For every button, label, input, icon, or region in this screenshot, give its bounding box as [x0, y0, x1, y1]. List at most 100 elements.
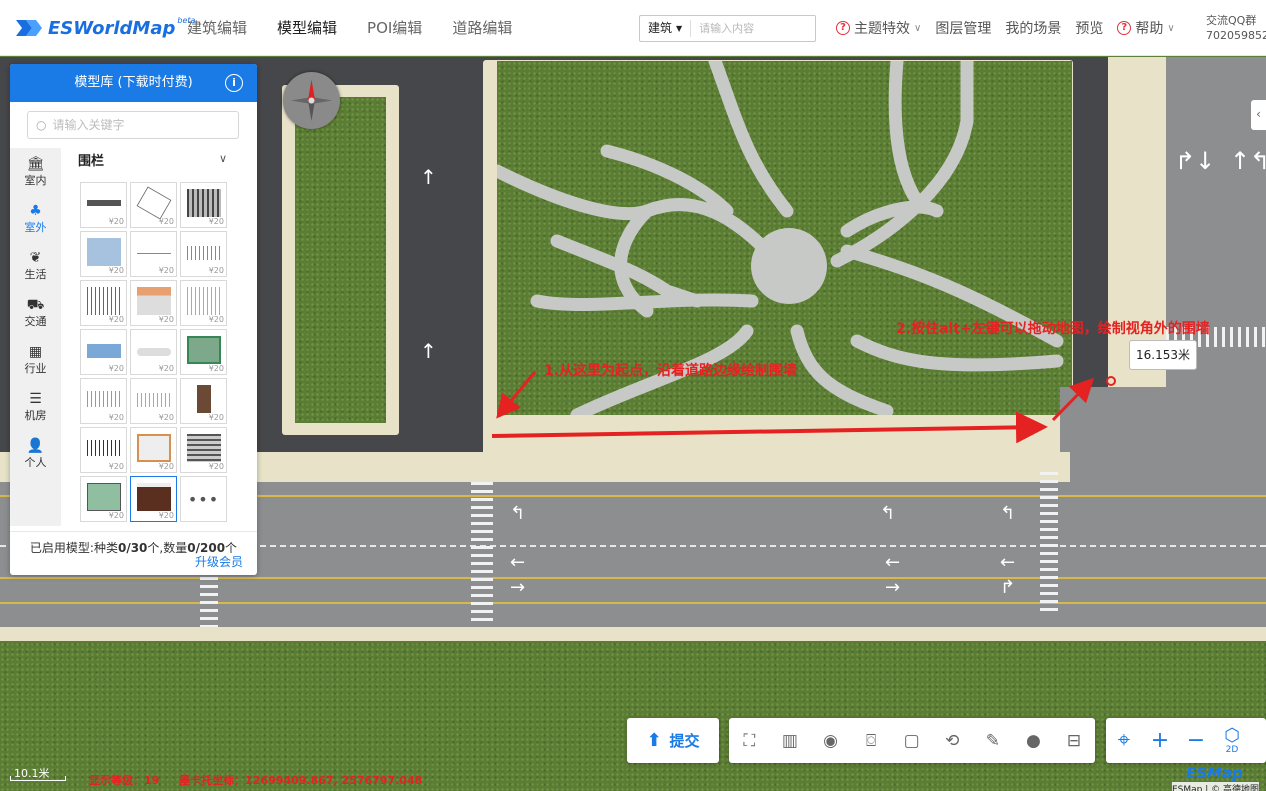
view-mode-label: 2D [1225, 744, 1239, 755]
export-icon[interactable]: ⊟ [1054, 718, 1095, 763]
industry-icon: ▦ [28, 343, 43, 360]
model-tile[interactable]: ¥20 [180, 329, 227, 375]
model-tile[interactable]: ¥20 [180, 231, 227, 277]
search-type-select[interactable]: 建筑 ▼ [640, 20, 692, 37]
trees-icon: ♣ [29, 202, 42, 219]
category-label: 生活 [24, 267, 47, 281]
locate-icon[interactable]: ⌖ [1106, 718, 1142, 763]
category-personal[interactable]: 👤 个人 [10, 430, 61, 477]
model-tile[interactable]: ¥20 [80, 280, 127, 326]
chevron-down-icon: ∨ [914, 22, 922, 34]
car-icon: ⛟ [26, 296, 45, 313]
upgrade-link[interactable]: 升级会员 [195, 553, 243, 570]
logo[interactable]: ESWorldMap beta [14, 14, 195, 42]
model-tile[interactable]: ¥20 [80, 476, 127, 522]
main-nav: 建筑编辑 模型编辑 POI编辑 道路编辑 [172, 0, 527, 56]
category-outdoor[interactable]: ♣ 室外 [10, 195, 61, 242]
model-tile[interactable]: ¥20 [130, 182, 177, 228]
zoom-out-button[interactable]: − [1178, 718, 1214, 763]
my-scenes-button[interactable]: 我的场景 [998, 18, 1068, 38]
category-list: 🏛 室内 ♣ 室外 ❦ 生活 ⛟ 交通 ▦ 行业 ☰ 机房 👤 个人 [10, 148, 61, 526]
help-menu[interactable]: ? 帮助 ∨ [1110, 18, 1181, 38]
eye-icon[interactable]: ◉ [810, 718, 851, 763]
model-tile[interactable]: ¥20 [130, 427, 177, 473]
header-search: 建筑 ▼ [639, 15, 816, 42]
model-tile[interactable]: ¥20 [80, 182, 127, 228]
model-search-input[interactable] [52, 118, 223, 132]
more-models-button[interactable]: ••• [180, 476, 227, 522]
nav-building-edit[interactable]: 建筑编辑 [172, 0, 262, 56]
nav-model-edit[interactable]: 模型编辑 [262, 0, 352, 56]
panel-title: 模型库 (下载时付费) [74, 75, 193, 90]
camera-icon[interactable]: ⌼ [851, 718, 892, 763]
theme-effects-label: 主题特效 [854, 21, 910, 37]
category-label: 交通 [24, 314, 47, 328]
header-search-input[interactable] [691, 22, 802, 35]
caret-down-icon: ▼ [676, 24, 683, 33]
theme-effects-menu[interactable]: ? 主题特效 ∨ [829, 18, 928, 38]
fullscreen-icon[interactable]: ⛶ [729, 718, 770, 763]
building-icon: 🏛 [26, 155, 45, 172]
submit-button[interactable]: ⬆ 提交 [627, 718, 719, 763]
zoom-in-button[interactable]: + [1142, 718, 1178, 763]
question-icon: ? [1117, 21, 1132, 35]
category-label: 室内 [24, 173, 47, 187]
ruler-icon[interactable]: ▥ [770, 718, 811, 763]
category-traffic[interactable]: ⛟ 交通 [10, 289, 61, 336]
model-tile[interactable]: ¥20 [180, 182, 227, 228]
globe-icon[interactable]: ● [1013, 718, 1054, 763]
compass-icon [291, 80, 332, 121]
edit-icon[interactable]: ✎ [973, 718, 1014, 763]
qq-group-info: 交流QQ群 702059852 [1206, 13, 1266, 43]
qq-group-number: 702059852 [1206, 29, 1266, 42]
model-tile[interactable]: ¥20 [180, 378, 227, 424]
qq-group-label: 交流QQ群 [1206, 14, 1257, 27]
zoom-controls: ⌖ + − ⬡ 2D [1106, 718, 1266, 763]
compass[interactable] [283, 72, 340, 129]
group-title: 围栏 [78, 154, 105, 169]
crop-icon[interactable]: ▢ [891, 718, 932, 763]
category-life[interactable]: ❦ 生活 [10, 242, 61, 289]
annotation-drag-hint: 2.按住alt+左键可以拖动地图，绘制视角外的围墙 [896, 321, 1210, 337]
submit-label: 提交 [669, 732, 700, 750]
nav-poi-edit[interactable]: POI编辑 [352, 0, 437, 56]
model-tile[interactable]: ¥20 [130, 280, 177, 326]
model-tile[interactable]: ¥20 [80, 427, 127, 473]
view-mode-toggle[interactable]: ⬡ 2D [1214, 718, 1250, 763]
esmap-brand: ESMap [1186, 764, 1243, 782]
right-menu: ? 主题特效 ∨ 图层管理 我的场景 预览 ? 帮助 ∨ [829, 0, 1182, 56]
layer-manager-button[interactable]: 图层管理 [928, 18, 998, 38]
search-icon: ○ [36, 118, 47, 132]
category-server-room[interactable]: ☰ 机房 [10, 383, 61, 430]
scale-label: 10.1米 [14, 767, 50, 780]
model-search: ○ [27, 111, 239, 139]
copyright: ESMap | © 高德地图 [1172, 782, 1260, 791]
collapse-panel-handle[interactable]: ‹ [1251, 100, 1266, 130]
model-tile[interactable]: ¥20 [180, 427, 227, 473]
preview-button[interactable]: 预览 [1068, 18, 1110, 38]
nav-road-edit[interactable]: 道路编辑 [437, 0, 527, 56]
model-tile[interactable]: ¥20 [80, 231, 127, 277]
model-tile[interactable]: ¥20 [130, 329, 177, 375]
help-label: 帮助 [1135, 21, 1164, 37]
model-grid: ¥20 ¥20 ¥20 ¥20 ¥20 ¥20 ¥20 ¥20 ¥20 ¥20 … [80, 182, 227, 522]
category-label: 机房 [24, 408, 47, 422]
info-icon[interactable]: i [225, 74, 243, 92]
category-indoor[interactable]: 🏛 室内 [10, 148, 61, 195]
top-bar: ESWorldMap beta 建筑编辑 模型编辑 POI编辑 道路编辑 建筑 … [0, 0, 1266, 56]
chevron-down-icon[interactable]: ∨ [219, 152, 227, 165]
model-tile[interactable]: ¥20 [80, 329, 127, 375]
mercator-coords: 墨卡托坐标：12699409.867, 2576797.048 [179, 774, 423, 787]
model-tile[interactable]: ¥20 [80, 378, 127, 424]
annotation-start: 1.从这里为起点，沿着道路边缘绘制围墙 [544, 363, 798, 379]
rotate-view-icon[interactable]: ⟲ [932, 718, 973, 763]
search-type-label: 建筑 [648, 21, 673, 35]
status-bar: 显示等级：19 墨卡托坐标：12699409.867, 2576797.048 [89, 772, 438, 788]
model-tile[interactable]: ¥20 [130, 231, 177, 277]
category-industry[interactable]: ▦ 行业 [10, 336, 61, 383]
zoom-level: 显示等级：19 [89, 774, 160, 787]
category-label: 室外 [24, 220, 47, 234]
model-tile[interactable]: ¥20 [130, 378, 177, 424]
model-tile[interactable]: ¥20 [180, 280, 227, 326]
model-tile[interactable]: ¥20 [130, 476, 177, 522]
